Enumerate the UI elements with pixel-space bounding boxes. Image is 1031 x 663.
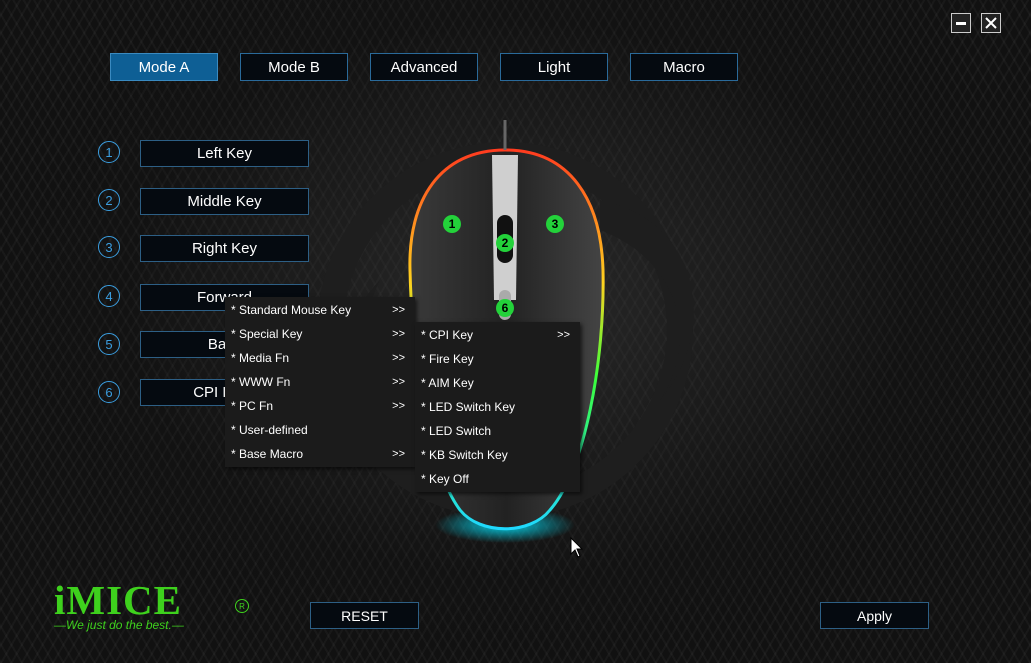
menu-item-label: * AIM Key: [421, 376, 474, 390]
menu-item-label: * CPI Key: [421, 328, 474, 342]
key-number-6: 6: [98, 381, 120, 403]
submenu: * CPI Key >> * Fire Key * AIM Key * LED S…: [415, 322, 580, 492]
context-menu: * Standard Mouse Key >> * Special Key >> *…: [225, 297, 415, 467]
close-button[interactable]: [981, 13, 1001, 33]
imice-logo: iMICE R —We just do the best.—: [54, 577, 249, 632]
mouse-marker-1: 1: [443, 215, 461, 233]
key-number-3: 3: [98, 236, 120, 258]
middle-key-button[interactable]: Middle Key: [140, 188, 309, 215]
menu-item-label: * User-defined: [231, 423, 308, 437]
menu-item-label: * LED Switch Key: [421, 400, 516, 414]
submenu-arrow: >>: [392, 448, 405, 460]
mouse-cursor-icon: [570, 537, 584, 558]
mouse-marker-3: 3: [546, 215, 564, 233]
mouse-marker-2: 2: [496, 234, 514, 252]
minimize-button[interactable]: [951, 13, 971, 33]
key-number-1: 1: [98, 141, 120, 163]
submenu-arrow: >>: [392, 376, 405, 388]
submenu-item-led-switch[interactable]: * LED Switch: [415, 419, 580, 443]
tab-macro[interactable]: Macro: [630, 53, 738, 81]
menu-item-special-key[interactable]: * Special Key >>: [225, 322, 415, 346]
close-icon: [985, 17, 997, 29]
menu-item-label: * Special Key: [231, 327, 303, 341]
menu-item-media-fn[interactable]: * Media Fn >>: [225, 346, 415, 370]
right-key-button[interactable]: Right Key: [140, 235, 309, 262]
menu-item-label: * KB Switch Key: [421, 448, 508, 462]
key-number-2: 2: [98, 189, 120, 211]
menu-item-label: * Key Off: [421, 472, 469, 486]
apply-button[interactable]: Apply: [820, 602, 929, 629]
menu-item-label: * Standard Mouse Key: [231, 303, 352, 317]
submenu-item-aim-key[interactable]: * AIM Key: [415, 371, 580, 395]
menu-item-label: * PC Fn: [231, 399, 274, 413]
key-number-5: 5: [98, 333, 120, 355]
submenu-item-cpi-key[interactable]: * CPI Key >>: [415, 323, 580, 347]
menu-item-pc-fn[interactable]: * PC Fn >>: [225, 394, 415, 418]
menu-item-label: * Media Fn: [231, 351, 290, 365]
submenu-item-led-switch-key[interactable]: * LED Switch Key: [415, 395, 580, 419]
tab-mode-a[interactable]: Mode A: [110, 53, 218, 81]
menu-item-label: * Base Macro: [231, 447, 304, 461]
submenu-arrow: >>: [392, 352, 405, 364]
tab-mode-b[interactable]: Mode B: [240, 53, 348, 81]
menu-item-base-macro[interactable]: * Base Macro >>: [225, 442, 415, 466]
reset-button[interactable]: RESET: [310, 602, 419, 629]
menu-item-www-fn[interactable]: * WWW Fn >>: [225, 370, 415, 394]
submenu-item-kb-switch-key[interactable]: * KB Switch Key: [415, 443, 580, 467]
logo-tagline: —We just do the best.—: [54, 618, 184, 632]
menu-item-user-defined[interactable]: * User-defined: [225, 418, 415, 442]
submenu-arrow: >>: [557, 329, 570, 341]
left-key-button[interactable]: Left Key: [140, 140, 309, 167]
menu-item-label: * LED Switch: [421, 424, 492, 438]
minimize-icon: [956, 21, 966, 25]
tab-light[interactable]: Light: [500, 53, 608, 81]
submenu-item-key-off[interactable]: * Key Off: [415, 467, 580, 491]
menu-item-standard-mouse-key[interactable]: * Standard Mouse Key >>: [225, 298, 415, 322]
menu-item-label: * Fire Key: [421, 352, 474, 366]
submenu-arrow: >>: [392, 328, 405, 340]
key-number-4: 4: [98, 285, 120, 307]
menu-item-label: * WWW Fn: [231, 375, 291, 389]
submenu-arrow: >>: [392, 304, 405, 316]
submenu-arrow: >>: [392, 400, 405, 412]
logo-name: iMICE: [54, 577, 182, 623]
mouse-marker-6: 6: [496, 299, 514, 317]
registered-mark-icon: R: [235, 599, 249, 613]
tab-advanced[interactable]: Advanced: [370, 53, 478, 81]
submenu-item-fire-key[interactable]: * Fire Key: [415, 347, 580, 371]
